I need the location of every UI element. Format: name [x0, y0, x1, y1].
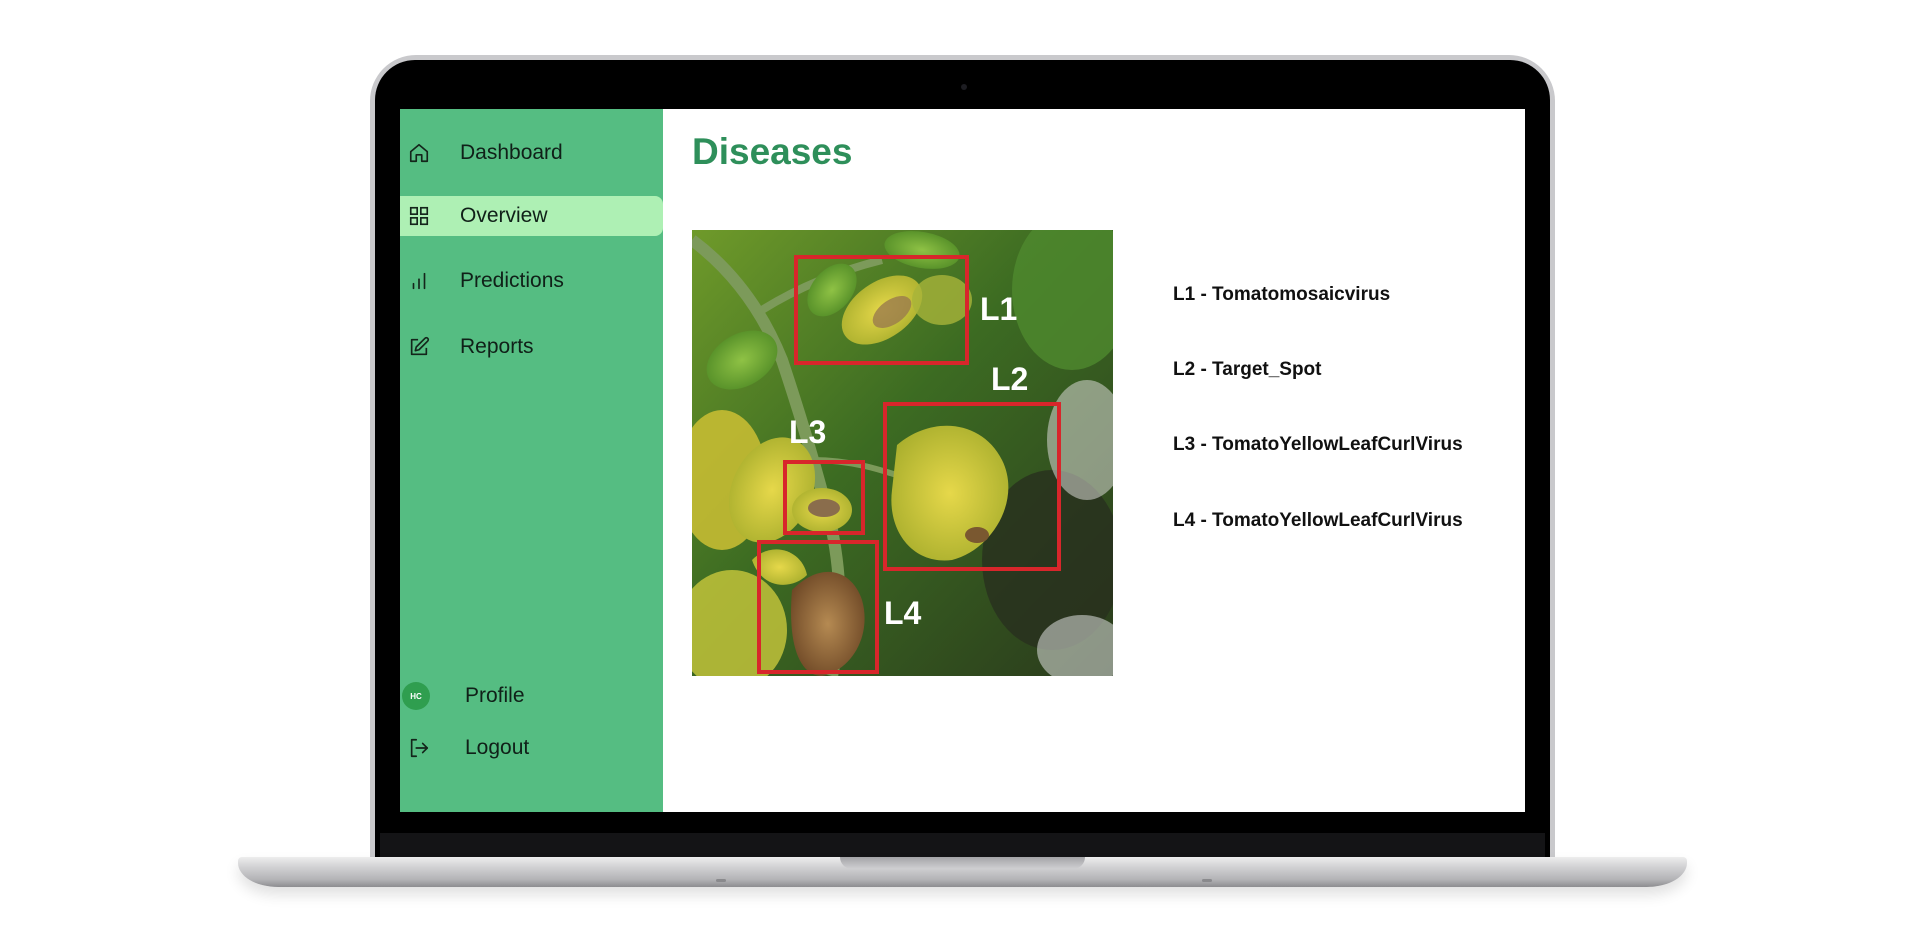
legend-item: L2 - Target_Spot	[1173, 359, 1322, 380]
box-label-l4: L4	[884, 595, 922, 631]
avatar-initials: HC	[402, 682, 430, 710]
bar-chart-icon	[408, 270, 430, 292]
home-icon	[408, 142, 430, 164]
box-label-l2: L2	[991, 361, 1028, 397]
laptop-chin	[380, 833, 1545, 858]
profile-label: Profile	[465, 684, 525, 707]
sidebar-item-label: Reports	[460, 335, 534, 358]
sidebar-item-label: Overview	[460, 204, 548, 227]
edit-icon	[408, 336, 430, 358]
laptop-foot	[1202, 879, 1212, 882]
avatar: HC	[402, 682, 430, 710]
sidebar-item-predictions[interactable]: Predictions	[400, 261, 663, 301]
sidebar-item-label: Dashboard	[460, 141, 563, 164]
sidebar: Dashboard Overview Predictions Reports H…	[400, 109, 663, 812]
legend-item: L3 - TomatoYellowLeafCurlVirus	[1173, 434, 1463, 455]
grid-icon	[408, 205, 430, 227]
box-label-l3: L3	[789, 414, 826, 450]
sidebar-item-label: Predictions	[460, 269, 564, 292]
logout-label: Logout	[465, 736, 530, 759]
webcam	[961, 84, 967, 90]
legend-item: L4 - TomatoYellowLeafCurlVirus	[1173, 510, 1463, 531]
box-label-l1: L1	[980, 291, 1017, 327]
sidebar-item-dashboard[interactable]: Dashboard	[400, 133, 663, 173]
logout-button[interactable]: Logout	[400, 728, 663, 768]
sidebar-item-overview[interactable]: Overview	[400, 196, 663, 236]
page-title: Diseases	[692, 131, 853, 172]
sidebar-item-reports[interactable]: Reports	[400, 327, 663, 367]
app-screen: Dashboard Overview Predictions Reports H…	[400, 109, 1525, 812]
leaf-disease-image: L1 L2 L3 L4	[692, 230, 1113, 676]
laptop-foot	[716, 879, 726, 882]
laptop-notch	[840, 857, 1085, 869]
logout-icon	[408, 737, 430, 759]
profile-button[interactable]: HC Profile	[400, 676, 663, 716]
legend-item: L1 - Tomatomosaicvirus	[1173, 284, 1391, 305]
